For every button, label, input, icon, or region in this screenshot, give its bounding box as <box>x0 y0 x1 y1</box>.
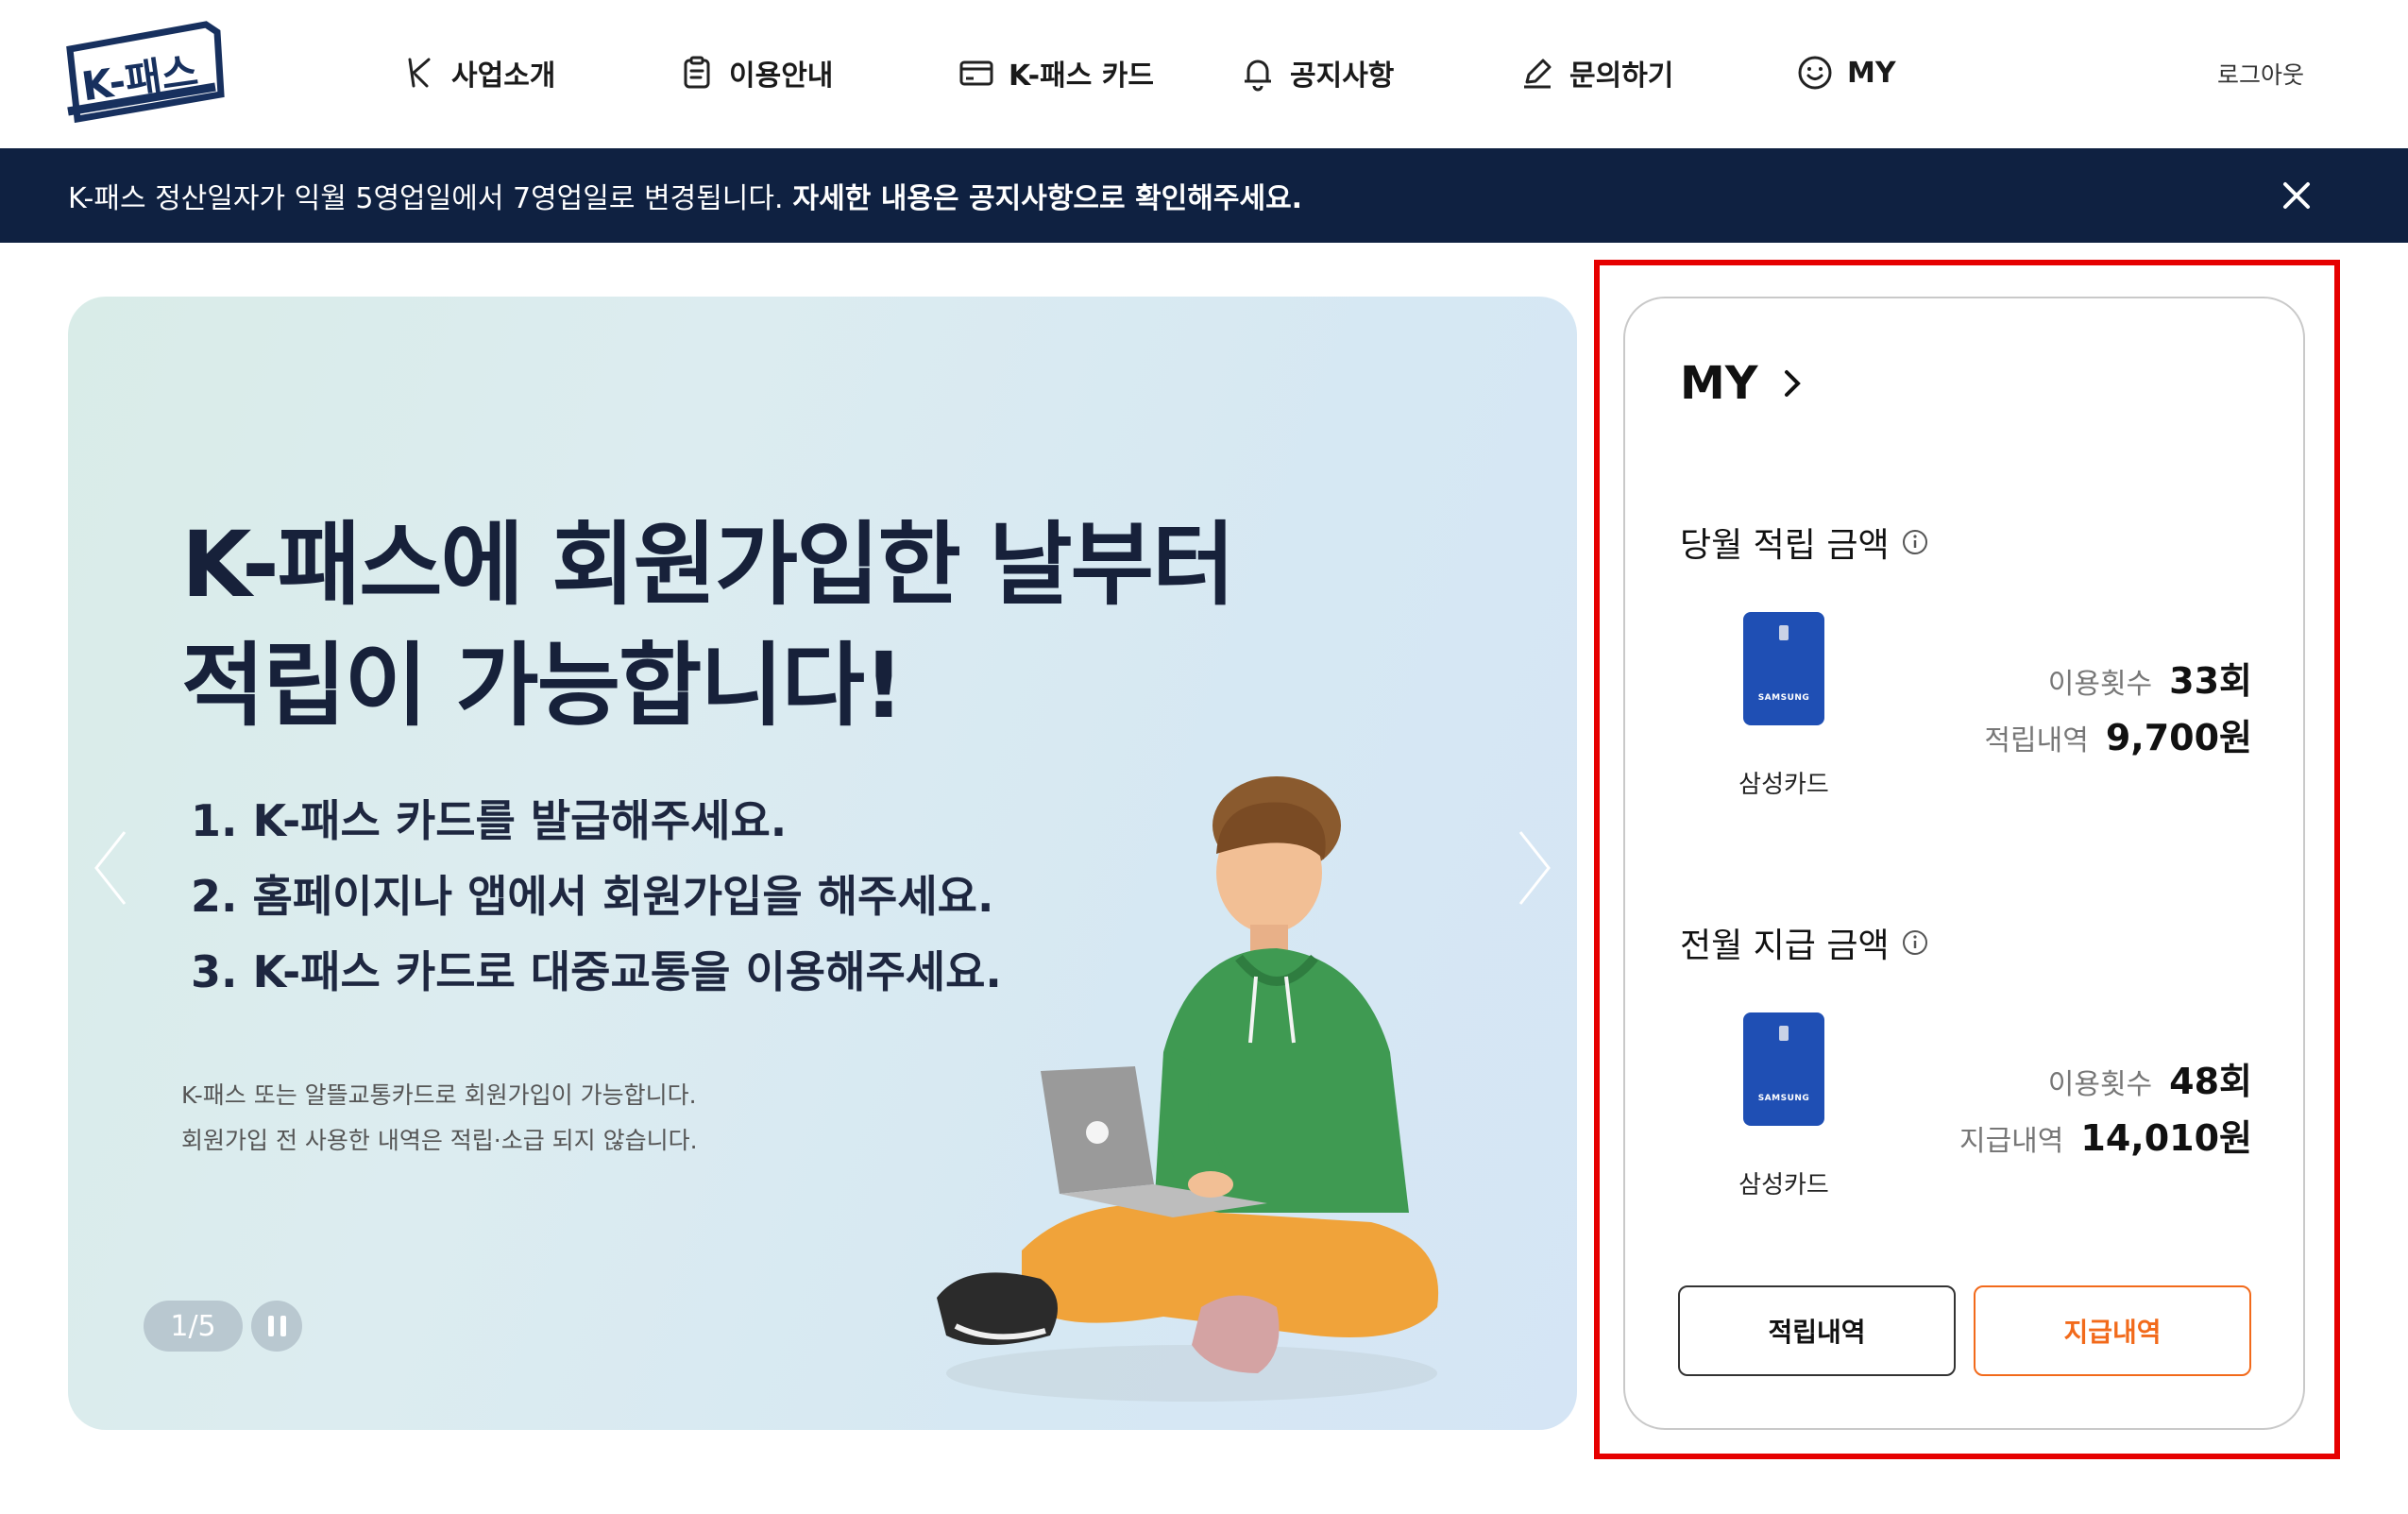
chevron-right-icon <box>1784 370 1801 397</box>
nav-inquiry[interactable]: 문의하기 <box>1518 49 1673 96</box>
k-symbol-icon <box>408 58 431 88</box>
close-icon[interactable] <box>2278 177 2315 214</box>
card-chip <box>1779 625 1789 640</box>
logout-link[interactable]: 로그아웃 <box>2217 57 2304 91</box>
my-title-link[interactable]: MY <box>1680 357 1806 410</box>
pencil-icon <box>1524 59 1552 89</box>
payment-history-button[interactable]: 지급내역 <box>1974 1285 2251 1376</box>
nav-guide[interactable]: 이용안내 <box>678 49 833 96</box>
person-laptop-illustration <box>937 776 1439 1402</box>
nav-label: K-패스 카드 <box>1009 60 1154 93</box>
bell-icon <box>1245 60 1271 92</box>
samsung-card-image: SAMSUNG <box>1743 612 1824 725</box>
nav-label: MY <box>1847 56 1896 90</box>
earn-history-button[interactable]: 적립내역 <box>1678 1285 1956 1376</box>
pause-button[interactable] <box>251 1301 302 1352</box>
clipboard-icon <box>684 56 710 89</box>
earned-amount-row: 적립내역 9,700원 <box>1984 717 2252 758</box>
slide-pager: 1/5 <box>144 1301 243 1352</box>
usage-count-row: 이용횟수 48회 <box>2047 1061 2252 1102</box>
info-icon[interactable] <box>1901 928 1929 957</box>
my-panel: MY 당월 적립 금액 SAMSUNG 삼성카드 이용횟수 33회 적립내역 9… <box>1623 297 2305 1430</box>
smiley-icon <box>1798 56 1832 90</box>
notice-bar[interactable]: K-패스 정산일자가 익월 5영업일에서 7영업일로 변경됩니다. 자세한 내용… <box>0 148 2408 243</box>
info-icon[interactable] <box>1901 528 1929 556</box>
banner-note: K-패스 또는 알뜰교통카드로 회원가입이 가능합니다. 회원가입 전 사용한 … <box>181 1081 698 1154</box>
current-month-section-title: 당월 적립 금액 <box>1680 518 1929 567</box>
card-brand: SAMSUNG <box>1757 693 1810 703</box>
card-name: 삼성카드 <box>1738 1171 1829 1199</box>
nav-label: 이용안내 <box>729 60 834 93</box>
card-name: 삼성카드 <box>1738 771 1829 799</box>
usage-count-row: 이용횟수 33회 <box>2047 660 2252 702</box>
nav-notice[interactable]: 공지사항 <box>1239 49 1394 96</box>
paid-amount-row: 지급내역 14,010원 <box>1959 1117 2252 1159</box>
nav-card[interactable]: K-패스 카드 <box>958 49 1154 96</box>
nav-my[interactable]: MY <box>1796 49 1896 96</box>
credit-card-icon <box>959 60 993 86</box>
main-banner[interactable]: K-패스에 회원가입한 날부터 적립이 가능합니다! 1. K-패스 카드를 발… <box>68 297 1577 1430</box>
card-chip <box>1779 1026 1789 1041</box>
next-slide-icon[interactable] <box>1511 821 1558 915</box>
nav-label: 문의하기 <box>1569 60 1674 93</box>
samsung-card-image: SAMSUNG <box>1743 1012 1824 1126</box>
pause-icon <box>267 1316 274 1336</box>
nav-label: 사업소개 <box>451 60 556 93</box>
nav-about[interactable]: 사업소개 <box>400 49 555 96</box>
banner-title: K-패스에 회원가입한 날부터 적립이 가능합니다! <box>181 512 1235 739</box>
previous-month-section-title: 전월 지급 금액 <box>1680 918 1929 967</box>
prev-slide-icon[interactable] <box>87 821 134 915</box>
k-pass-logo[interactable]: K-패스 <box>64 21 227 123</box>
card-brand: SAMSUNG <box>1757 1094 1810 1103</box>
nav-label: 공지사항 <box>1290 60 1395 93</box>
site-header: K-패스 사업소개 이용안내 K-패스 카드 공지사항 문의하기 MY 로그아웃 <box>0 0 2408 148</box>
notice-emphasis: 자세한 내용은 공지사항으로 확인해주세요. <box>792 182 1303 215</box>
notice-text: K-패스 정산일자가 익월 5영업일에서 7영업일로 변경됩니다. <box>68 182 784 215</box>
